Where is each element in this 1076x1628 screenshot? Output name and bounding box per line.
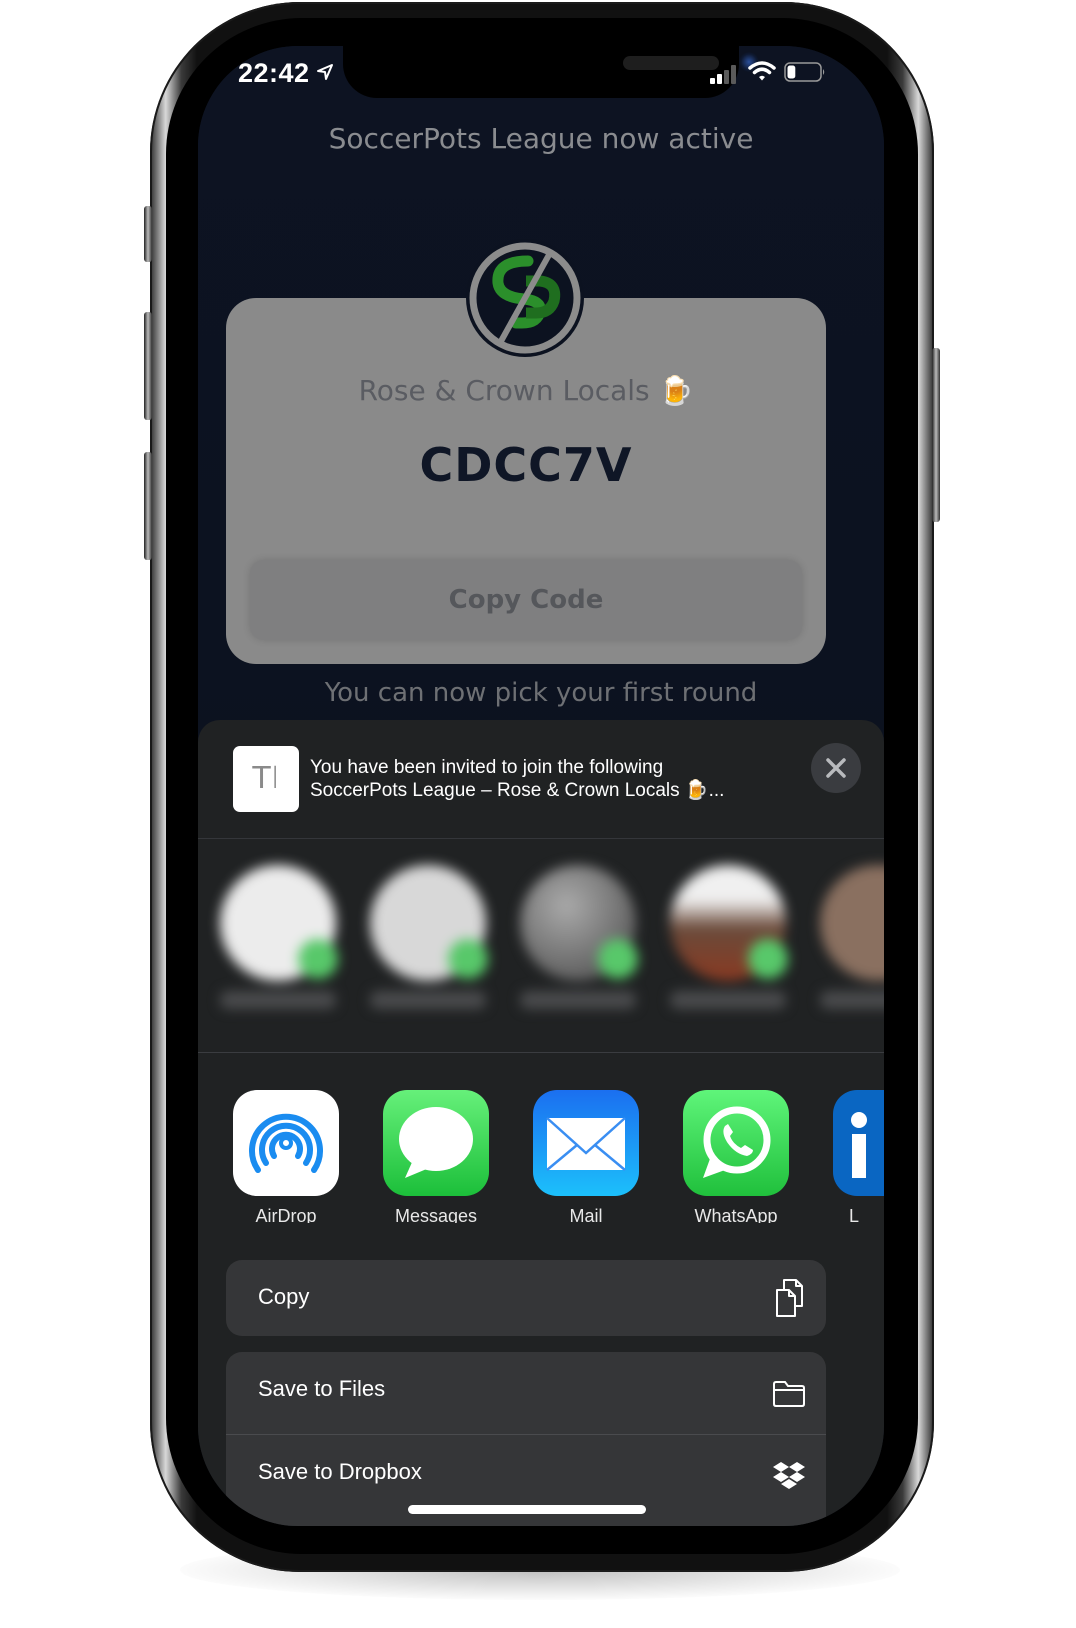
close-share-sheet-button[interactable]: [811, 743, 861, 793]
status-time: 22:42: [238, 58, 310, 88]
action-label: Save to Files: [258, 1376, 386, 1401]
volume-down-button: [144, 452, 152, 560]
share-app-mail[interactable]: Mail: [533, 1090, 639, 1223]
contact-name: [670, 991, 786, 1009]
contact-name: [820, 991, 884, 1009]
action-save-to-files[interactable]: Save to Files: [226, 1352, 826, 1435]
messages-icon: [383, 1090, 489, 1196]
whatsapp-badge-icon: [298, 939, 338, 979]
mail-icon: [533, 1090, 639, 1196]
silent-switch: [144, 206, 152, 262]
close-icon: [826, 758, 846, 778]
volume-up-button: [144, 312, 152, 420]
app-label: Mail: [569, 1206, 603, 1223]
share-sheet: TI You have been invited to join the fol…: [198, 720, 884, 1526]
folder-icon: [773, 1381, 805, 1407]
preview-line-1: You have been invited to join the follow…: [310, 757, 664, 778]
app-label: Messages: [394, 1206, 478, 1223]
whatsapp-badge-icon: [598, 939, 638, 979]
contact-suggestion[interactable]: [670, 865, 788, 1045]
text-document-thumbnail: TI: [233, 746, 299, 812]
app-label: L: [849, 1206, 860, 1223]
preview-line-2: SoccerPots League – Rose & Crown Locals …: [310, 780, 725, 801]
soccerpots-logo-icon: [469, 242, 581, 354]
contact-suggestion[interactable]: [520, 865, 638, 1045]
action-copy[interactable]: Copy: [226, 1260, 826, 1336]
wifi-icon: [748, 61, 776, 81]
linkedin-icon: [833, 1090, 884, 1196]
whatsapp-badge-icon: [448, 939, 488, 979]
contact-name: [220, 991, 336, 1009]
contact-suggestions-row: [198, 839, 884, 1053]
league-name: Rose & Crown Locals 🍺: [358, 374, 694, 407]
first-round-hint: You can now pick your first round: [324, 678, 758, 708]
contact-name: [520, 991, 636, 1009]
share-preview-header: TI You have been invited to join the fol…: [198, 720, 884, 839]
battery-icon: [784, 62, 825, 82]
share-app-messages[interactable]: Messages: [383, 1090, 489, 1223]
contact-suggestion[interactable]: [220, 865, 338, 1045]
share-app-linkedin[interactable]: L: [833, 1090, 884, 1223]
app-label: AirDrop: [255, 1206, 317, 1223]
airdrop-icon: [233, 1090, 339, 1196]
screen: 22:42 SoccerPots League now active Rose …: [198, 46, 884, 1526]
cellular-signal-icon: [710, 65, 736, 84]
app-label: WhatsApp: [694, 1206, 778, 1223]
share-app-airdrop[interactable]: AirDrop: [233, 1090, 339, 1223]
location-arrow-icon: [317, 64, 333, 80]
dropbox-icon: [773, 1462, 805, 1489]
copy-code-button[interactable]: Copy Code: [250, 560, 802, 640]
soccerpots-logo: [466, 239, 584, 357]
notch: [343, 46, 759, 98]
contact-suggestion[interactable]: [820, 865, 884, 1045]
action-label: Copy: [258, 1284, 310, 1309]
contact-avatar: [820, 865, 884, 981]
share-preview-text: You have been invited to join the follow…: [310, 756, 724, 802]
page-title: SoccerPots League now active: [328, 122, 754, 155]
share-app-whatsapp[interactable]: WhatsApp: [683, 1090, 789, 1223]
power-button: [932, 348, 940, 522]
action-group: Save to Files Save to Dropbox: [226, 1352, 826, 1526]
home-indicator[interactable]: [408, 1505, 646, 1514]
contact-name: [370, 991, 486, 1009]
contact-suggestion[interactable]: [370, 865, 488, 1045]
whatsapp-badge-icon: [748, 939, 788, 979]
whatsapp-icon: [683, 1090, 789, 1196]
speaker-grille: [623, 56, 719, 70]
share-apps-row: AirDrop Messages Mail WhatsApp L: [198, 1053, 884, 1223]
copy-icon: [776, 1279, 803, 1317]
action-label: Save to Dropbox: [258, 1459, 422, 1484]
text-format-icon: TI: [252, 761, 280, 796]
league-code: CDCC7V: [419, 438, 633, 492]
